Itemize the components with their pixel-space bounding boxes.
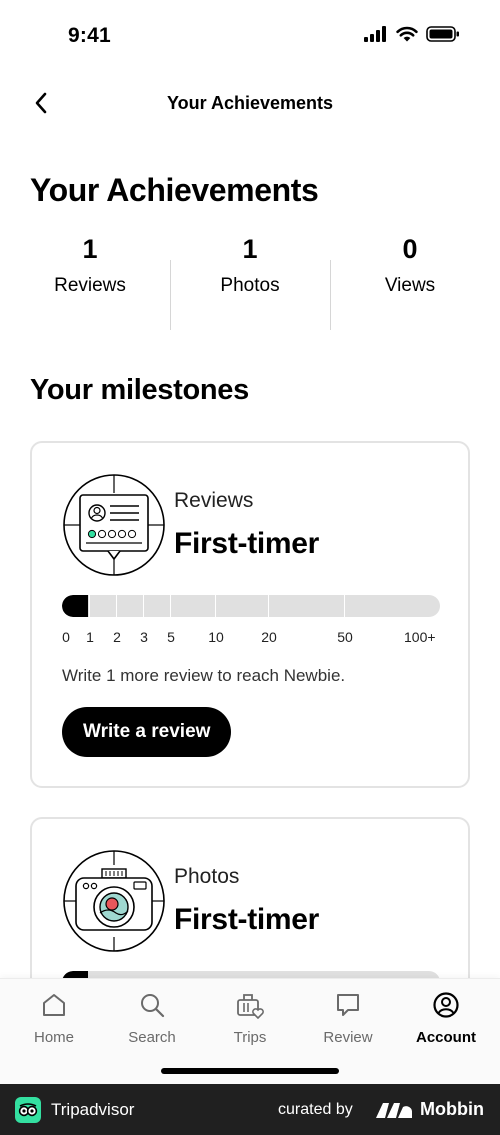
stat-label: Reviews bbox=[54, 275, 126, 296]
tab-label: Trips bbox=[233, 1029, 267, 1046]
house-icon bbox=[43, 994, 65, 1016]
stats-row: 1 Reviews 1 Photos 0 Views bbox=[10, 230, 490, 330]
bottom-tab-bar: Home Search Trips Review Account bbox=[0, 978, 500, 1084]
tab-trips[interactable]: Trips bbox=[205, 989, 295, 1046]
user-circle-icon bbox=[433, 992, 459, 1018]
page-title: Your Achievements bbox=[30, 172, 319, 208]
milestones-title: Your milestones bbox=[30, 374, 249, 406]
tab-account[interactable]: Account bbox=[401, 989, 491, 1046]
progress-segment-divider bbox=[89, 595, 90, 617]
battery-icon bbox=[426, 26, 459, 42]
tab-review[interactable]: Review bbox=[303, 989, 393, 1046]
progress-segment-divider bbox=[344, 595, 345, 617]
status-bar: 9:41 bbox=[0, 0, 500, 70]
progress-segment-divider bbox=[215, 595, 216, 617]
tab-label: Account bbox=[416, 1029, 476, 1046]
progress-segment-divider bbox=[170, 595, 171, 617]
footer-curator: Mobbin bbox=[420, 1099, 484, 1119]
tab-label: Review bbox=[323, 1029, 373, 1046]
wifi-icon bbox=[396, 26, 418, 42]
stat-value: 1 bbox=[82, 234, 98, 264]
progress-tick-label: 3 bbox=[140, 629, 148, 645]
tab-home[interactable]: Home bbox=[9, 989, 99, 1046]
tab-label: Home bbox=[33, 1029, 74, 1046]
tab-label: Search bbox=[128, 1029, 176, 1046]
progress-tick-label: 100+ bbox=[404, 629, 436, 645]
progress-tick-label: 10 bbox=[208, 629, 224, 645]
progress-tick-label: 20 bbox=[261, 629, 277, 645]
progress-fill bbox=[62, 595, 88, 617]
progress-segment-divider bbox=[116, 595, 117, 617]
milestone-progress-bar bbox=[62, 595, 440, 617]
home-indicator bbox=[161, 1068, 339, 1074]
progress-segment-divider bbox=[143, 595, 144, 617]
mobbin-logo-icon bbox=[376, 1103, 413, 1118]
stat-value: 1 bbox=[242, 234, 258, 264]
milestone-hint: Write 1 more review to reach Newbie. bbox=[62, 666, 346, 685]
stat-label: Photos bbox=[220, 275, 280, 296]
status-time: 9:41 bbox=[68, 24, 111, 47]
camera-badge-icon bbox=[63, 850, 165, 952]
progress-segment-divider bbox=[268, 595, 269, 617]
cellular-signal-icon bbox=[364, 26, 386, 42]
progress-tick-label: 5 bbox=[167, 629, 175, 645]
progress-tick-label: 50 bbox=[337, 629, 353, 645]
footer-bar: Tripadvisor curated by Mobbin bbox=[0, 1084, 500, 1135]
progress-tick-label: 0 bbox=[62, 629, 70, 645]
progress-tick-label: 2 bbox=[113, 629, 121, 645]
milestone-kicker: Reviews bbox=[174, 489, 254, 512]
search-icon bbox=[141, 994, 165, 1018]
tab-search[interactable]: Search bbox=[107, 989, 197, 1046]
footer-curated-by: curated by bbox=[278, 1101, 353, 1118]
status-icons bbox=[364, 26, 460, 42]
milestone-level: First-timer bbox=[174, 903, 320, 936]
stat-views: 0 Views bbox=[330, 230, 490, 330]
milestone-card-reviews: Reviews First-timer 0 1 2 3 5 10 20 50 100+ Writ… bbox=[30, 441, 470, 788]
stat-photos: 1 Photos bbox=[170, 230, 330, 330]
milestone-ticks: 0 1 2 3 5 10 20 50 100+ bbox=[62, 629, 440, 647]
stat-reviews: 1 Reviews bbox=[10, 230, 170, 330]
progress-tick-label: 1 bbox=[86, 629, 94, 645]
suitcase-heart-icon bbox=[237, 994, 264, 1019]
review-badge-icon bbox=[63, 474, 165, 576]
milestone-kicker: Photos bbox=[174, 865, 240, 888]
tripadvisor-logo-icon bbox=[15, 1097, 41, 1123]
write-review-button[interactable]: Write a review bbox=[62, 707, 232, 757]
speech-bubble-icon bbox=[337, 994, 359, 1016]
nav-bar: Your Achievements bbox=[0, 80, 500, 130]
nav-title: Your Achievements bbox=[166, 93, 334, 113]
footer-brand: Tripadvisor bbox=[51, 1100, 135, 1119]
milestone-level: First-timer bbox=[174, 527, 320, 560]
stat-value: 0 bbox=[402, 234, 418, 264]
stat-label: Views bbox=[384, 275, 436, 296]
